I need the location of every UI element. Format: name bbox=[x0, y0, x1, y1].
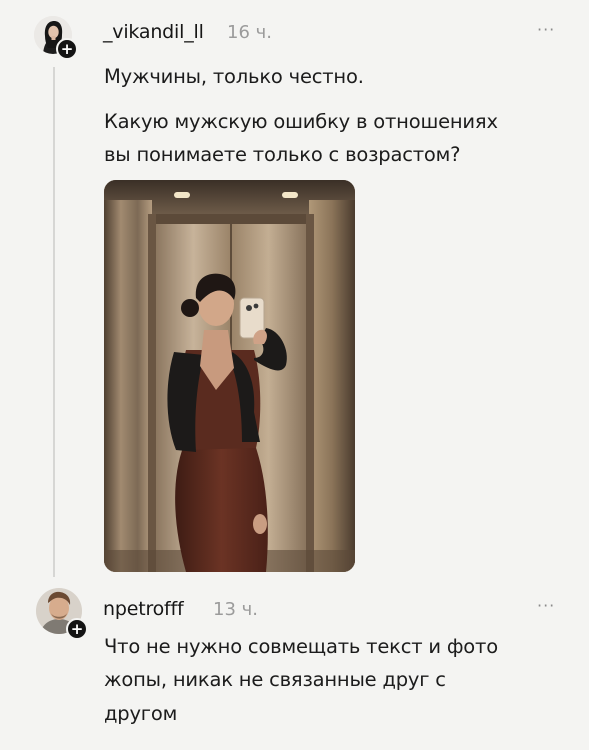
reply-more-options-icon[interactable]: ··· bbox=[537, 596, 555, 615]
reply-text-line-2: жопы, никак не связанные друг с bbox=[104, 668, 446, 691]
follow-plus-icon[interactable]: + bbox=[56, 38, 78, 60]
post-timestamp: 16 ч. bbox=[227, 22, 272, 43]
post-photo[interactable] bbox=[104, 180, 355, 572]
reply-text-line-3: другом bbox=[104, 702, 178, 725]
post-avatar[interactable]: + bbox=[34, 16, 78, 60]
post-text-line-2: Какую мужскую ошибку в отношениях bbox=[104, 110, 498, 133]
thread-screen: + _vikandil_ll 16 ч. ··· Мужчины, только… bbox=[0, 0, 589, 750]
thread-connector-line bbox=[53, 67, 55, 577]
post-text-line-1: Мужчины, только честно. bbox=[104, 65, 364, 88]
post-username[interactable]: _vikandil_ll bbox=[103, 21, 204, 43]
reply-username[interactable]: npetrofff bbox=[103, 598, 184, 620]
elevator-selfie-image bbox=[104, 180, 355, 572]
follow-plus-icon[interactable]: + bbox=[66, 618, 88, 640]
post-more-options-icon[interactable]: ··· bbox=[537, 20, 555, 39]
reply-timestamp: 13 ч. bbox=[213, 599, 258, 620]
reply-avatar[interactable]: + bbox=[36, 588, 88, 640]
reply-text-line-1: Что не нужно совмещать текст и фото bbox=[104, 635, 498, 658]
post-text-line-3: вы понимаете только с возрастом? bbox=[104, 143, 461, 166]
